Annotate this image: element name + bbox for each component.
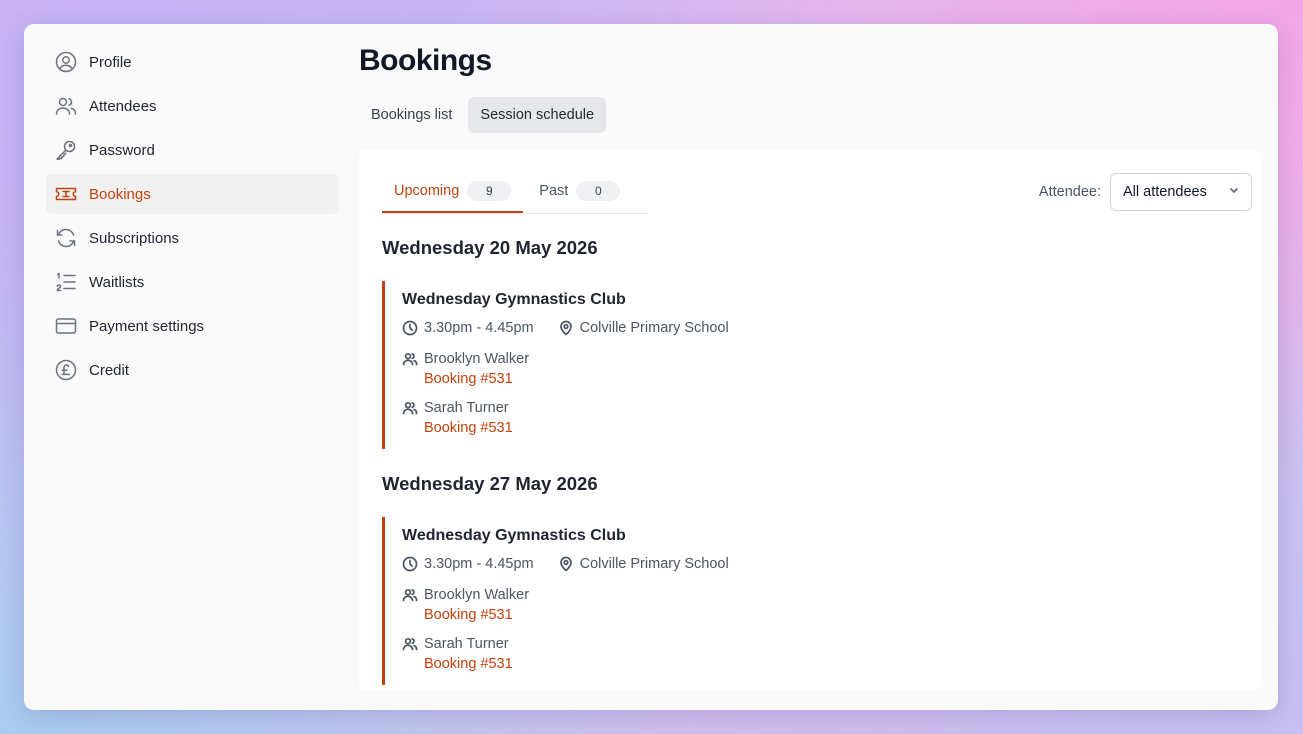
attendee-name: Sarah Turner: [424, 400, 509, 416]
sidebar-nav: Profile Attendees Password Bookings Subs…: [46, 42, 339, 394]
count-badge: 0: [576, 181, 621, 201]
map-pin-icon: [559, 556, 572, 572]
users-icon: [402, 585, 418, 625]
sidebar-item-profile[interactable]: Profile: [46, 42, 339, 82]
attendee-name: Sarah Turner: [424, 636, 509, 652]
users-icon: [54, 94, 78, 118]
date-heading: Wednesday 20 May 2026: [382, 237, 598, 258]
users-icon: [402, 349, 418, 389]
pound-circle-icon: [54, 358, 78, 382]
booking-link[interactable]: Booking #531: [424, 654, 513, 674]
session-meta: 3.30pm - 4.45pm Colville Primary School: [402, 556, 882, 572]
users-icon: [402, 398, 418, 438]
tab-past[interactable]: Past 0: [527, 178, 632, 213]
chevron-down-icon: [1227, 183, 1241, 201]
attendee-row: Brooklyn Walker Booking #531: [402, 585, 882, 625]
session-time: 3.30pm - 4.45pm: [402, 320, 534, 336]
session-card: Wednesday Gymnastics Club 3.30pm - 4.45p…: [382, 517, 882, 685]
session-location: Colville Primary School: [558, 320, 729, 336]
session-location-text: Colville Primary School: [579, 556, 729, 572]
attendee-name: Brooklyn Walker: [424, 587, 530, 603]
count-badge: 9: [467, 181, 512, 201]
users-icon: [402, 634, 418, 674]
session-title: Wednesday Gymnastics Club: [402, 291, 626, 308]
tab-session-schedule[interactable]: Session schedule: [468, 97, 607, 133]
booking-link[interactable]: Booking #531: [424, 369, 529, 389]
tab-bookings-list[interactable]: Bookings list: [359, 97, 464, 133]
view-tabs: Bookings list Session schedule: [359, 97, 610, 133]
attendee-filter-label: Attendee:: [1038, 184, 1101, 200]
app-window: Profile Attendees Password Bookings Subs…: [24, 24, 1278, 710]
session-location: Colville Primary School: [558, 556, 729, 572]
ticket-icon: [54, 182, 78, 206]
refresh-icon: [54, 226, 78, 250]
session-time: 3.30pm - 4.45pm: [402, 556, 534, 572]
sidebar-item-password[interactable]: Password: [46, 130, 339, 170]
booking-link[interactable]: Booking #531: [424, 605, 529, 625]
map-pin-icon: [559, 320, 572, 336]
numbered-list-icon: [54, 270, 78, 294]
session-meta: 3.30pm - 4.45pm Colville Primary School: [402, 320, 882, 336]
user-circle-icon: [54, 50, 78, 74]
schedule-panel: Upcoming 9 Past 0 Attendee: All attendee…: [359, 150, 1261, 690]
credit-card-icon: [54, 314, 78, 338]
sidebar-item-label: Attendees: [89, 97, 157, 115]
session-time-text: 3.30pm - 4.45pm: [424, 320, 534, 336]
tab-label: Past: [539, 183, 569, 199]
sidebar-item-label: Subscriptions: [89, 229, 180, 247]
attendee-row: Sarah Turner Booking #531: [402, 634, 882, 674]
sidebar-item-label: Password: [89, 141, 155, 159]
clock-icon: [402, 320, 418, 336]
sidebar-item-label: Bookings: [89, 185, 151, 203]
sidebar-item-label: Waitlists: [89, 273, 145, 291]
session-title: Wednesday Gymnastics Club: [402, 527, 626, 544]
sidebar-item-label: Profile: [89, 53, 132, 71]
date-heading: Wednesday 27 May 2026: [382, 473, 598, 494]
booking-link[interactable]: Booking #531: [424, 418, 513, 438]
sidebar-item-payment-settings[interactable]: Payment settings: [46, 306, 339, 346]
main-content: Bookings Bookings list Session schedule …: [359, 24, 1278, 710]
clock-icon: [402, 556, 418, 572]
attendee-select-value: All attendees: [1123, 184, 1207, 200]
session-location-text: Colville Primary School: [579, 320, 729, 336]
attendee-filter: Attendee: All attendees: [1039, 173, 1252, 211]
schedule-sub-tabs: Upcoming 9 Past 0: [382, 178, 648, 214]
session-time-text: 3.30pm - 4.45pm: [424, 556, 534, 572]
attendee-name: Brooklyn Walker: [424, 351, 530, 367]
sidebar-item-waitlists[interactable]: Waitlists: [46, 262, 339, 302]
tab-label: Upcoming: [394, 183, 460, 199]
attendee-row: Sarah Turner Booking #531: [402, 398, 882, 438]
tab-upcoming[interactable]: Upcoming 9: [382, 178, 524, 213]
attendee-select[interactable]: All attendees: [1110, 173, 1252, 211]
page-title: Bookings: [359, 44, 492, 77]
sidebar-item-credit[interactable]: Credit: [46, 350, 339, 390]
key-icon: [54, 138, 78, 162]
session-card: Wednesday Gymnastics Club 3.30pm - 4.45p…: [382, 281, 882, 449]
sidebar-item-subscriptions[interactable]: Subscriptions: [46, 218, 339, 258]
sidebar-item-bookings[interactable]: Bookings: [46, 174, 339, 214]
sidebar-item-attendees[interactable]: Attendees: [46, 86, 339, 126]
attendee-row: Brooklyn Walker Booking #531: [402, 349, 882, 389]
sidebar-item-label: Credit: [89, 361, 130, 379]
sidebar-item-label: Payment settings: [89, 317, 205, 335]
